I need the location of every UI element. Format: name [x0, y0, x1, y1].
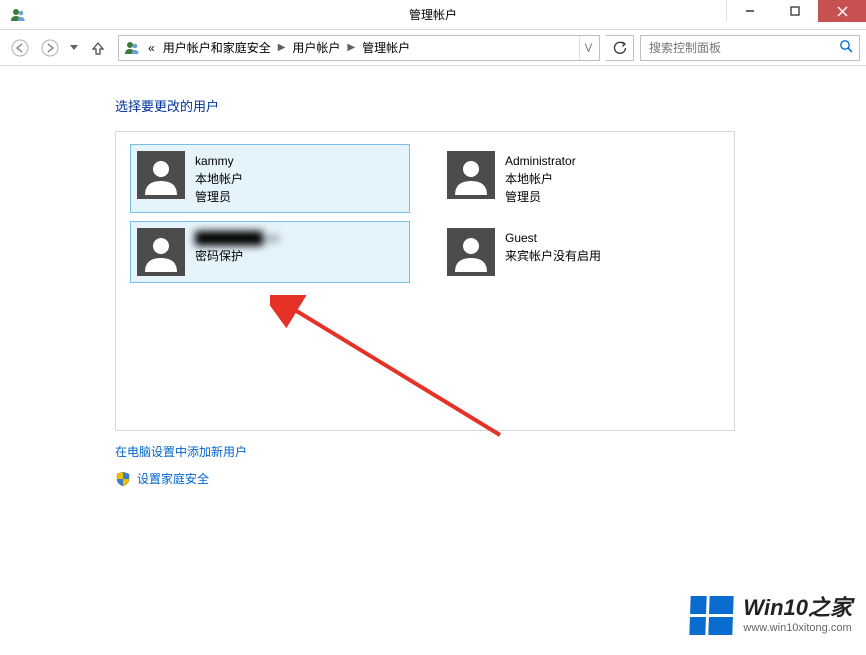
avatar-icon [137, 151, 185, 199]
refresh-button[interactable] [606, 35, 634, 61]
account-role: 管理员 [195, 188, 243, 206]
shield-icon [115, 471, 131, 487]
watermark: Win10之家 www.win10xitong.com [690, 595, 852, 635]
account-card-kammy[interactable]: kammy 本地帐户 管理员 [130, 144, 410, 213]
address-bar[interactable]: « 用户帐户和家庭安全 ▶ 用户帐户 ▶ 管理帐户 ⋁ [118, 35, 600, 61]
family-safety-link[interactable]: 设置家庭安全 [115, 470, 866, 487]
account-info: ████████.cn 密码保护 [195, 228, 279, 265]
address-icon [123, 39, 141, 57]
account-type: 本地帐户 [505, 170, 576, 188]
link-label: 设置家庭安全 [137, 470, 209, 487]
account-role: 管理员 [505, 188, 576, 206]
accounts-panel: kammy 本地帐户 管理员 Administrator 本地帐户 管理员 [115, 131, 735, 431]
forward-button[interactable] [36, 34, 64, 62]
close-button[interactable] [818, 0, 866, 22]
maximize-button[interactable] [772, 0, 818, 22]
watermark-url: www.win10xitong.com [743, 622, 852, 635]
breadcrumb-item[interactable]: 用户帐户 [289, 36, 343, 60]
account-type: 本地帐户 [195, 170, 243, 188]
add-user-link[interactable]: 在电脑设置中添加新用户 [115, 443, 866, 460]
account-card-guest[interactable]: Guest 来宾帐户没有启用 [440, 221, 720, 283]
up-button[interactable] [84, 34, 112, 62]
watermark-title: Win10之家 [743, 595, 852, 621]
search-box[interactable] [640, 35, 860, 61]
search-input[interactable] [647, 40, 839, 56]
window-title: 管理帐户 [409, 6, 457, 23]
page-heading: 选择要更改的用户 [115, 96, 866, 115]
account-info: Administrator 本地帐户 管理员 [505, 151, 576, 206]
avatar-icon [447, 151, 495, 199]
breadcrumb-item[interactable]: 管理帐户 [359, 36, 413, 60]
account-name: Administrator [505, 152, 576, 170]
account-info: Guest 来宾帐户没有启用 [505, 228, 601, 265]
avatar-icon [137, 228, 185, 276]
link-label: 在电脑设置中添加新用户 [115, 443, 247, 460]
content-area: 选择要更改的用户 kammy 本地帐户 管理员 Administrator [0, 66, 866, 487]
account-info: kammy 本地帐户 管理员 [195, 151, 243, 206]
address-dropdown[interactable]: ⋁ [579, 36, 597, 60]
chevron-right-icon: ▶ [345, 42, 357, 53]
window-controls [726, 0, 866, 29]
account-name: kammy [195, 152, 243, 170]
navbar: « 用户帐户和家庭安全 ▶ 用户帐户 ▶ 管理帐户 ⋁ [0, 30, 866, 66]
account-card-administrator[interactable]: Administrator 本地帐户 管理员 [440, 144, 720, 213]
account-status: 来宾帐户没有启用 [505, 247, 601, 265]
avatar-icon [447, 228, 495, 276]
links-section: 在电脑设置中添加新用户 设置家庭安全 [115, 443, 866, 487]
app-icon [10, 7, 26, 23]
search-icon[interactable] [839, 39, 853, 56]
breadcrumb-item[interactable]: 用户帐户和家庭安全 [160, 36, 274, 60]
breadcrumb-prefix[interactable]: « [145, 36, 158, 60]
account-grid: kammy 本地帐户 管理员 Administrator 本地帐户 管理员 [130, 144, 720, 283]
account-name: Guest [505, 229, 601, 247]
chevron-right-icon: ▶ [276, 42, 288, 53]
recent-dropdown[interactable] [66, 34, 82, 62]
windows-logo-icon [690, 596, 734, 635]
account-card-redacted[interactable]: ████████.cn 密码保护 [130, 221, 410, 283]
account-name: ████████.cn [195, 229, 279, 247]
titlebar: 管理帐户 [0, 0, 866, 30]
account-type: 密码保护 [195, 247, 279, 265]
minimize-button[interactable] [726, 0, 772, 22]
back-button[interactable] [6, 34, 34, 62]
